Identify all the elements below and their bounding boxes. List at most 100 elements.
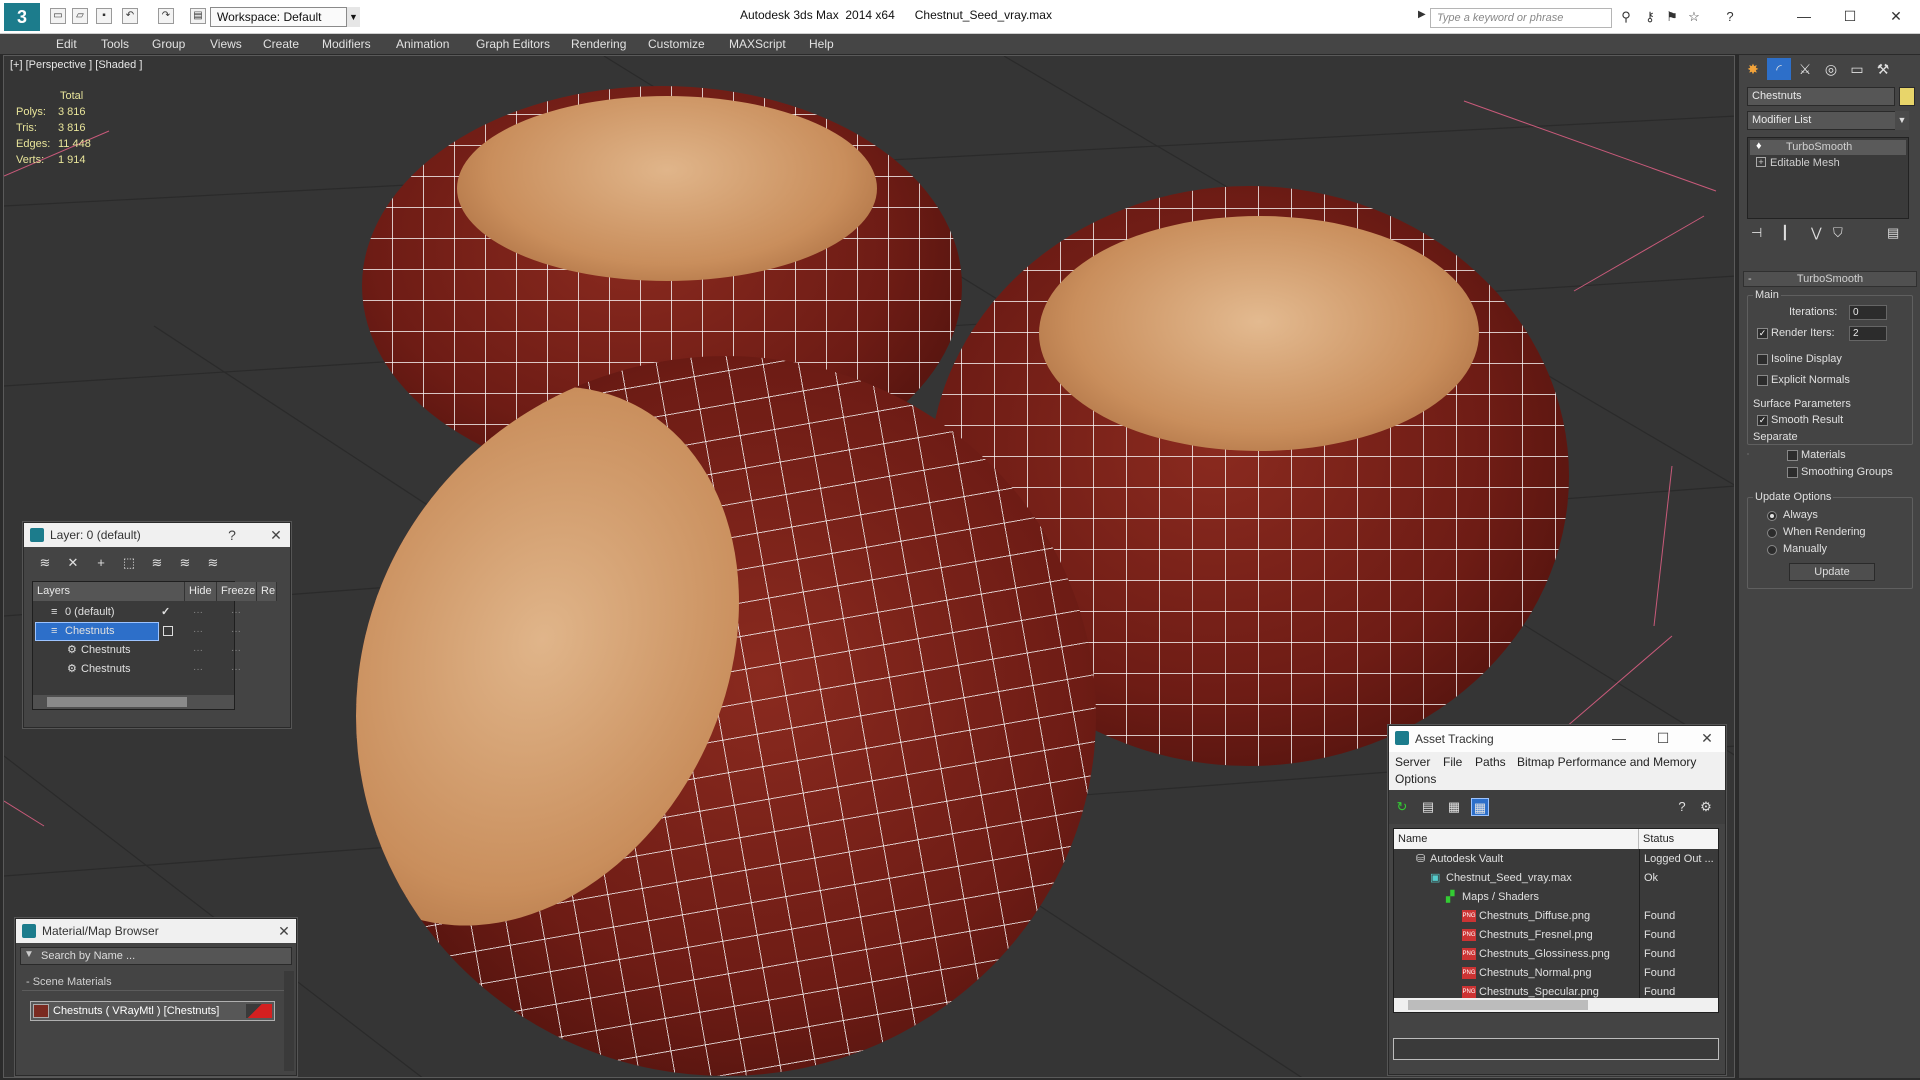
hide-toggle[interactable]: ··· — [193, 622, 203, 641]
add-to-layer-icon[interactable]: + — [92, 554, 110, 572]
material-search-input[interactable]: Search by Name ... — [41, 950, 135, 962]
viewport-label[interactable]: [+] [Perspective ] [Shaded ] — [10, 59, 142, 71]
when-rendering-radio[interactable] — [1767, 528, 1777, 538]
column-header-status[interactable]: Status — [1639, 829, 1718, 849]
horizontal-scrollbar[interactable] — [1394, 998, 1718, 1012]
workspace-dropdown[interactable]: Workspace: Default — [210, 7, 360, 27]
app-logo-icon[interactable]: 3 — [4, 3, 40, 31]
asset-row[interactable]: PNG Chestnuts_Normal.png Found — [1394, 964, 1720, 983]
menu-help[interactable]: Help — [809, 34, 834, 55]
material-browser-title[interactable]: Material/Map Browser — [16, 919, 296, 943]
maximize-button[interactable]: ☐ — [1832, 4, 1868, 28]
column-header-freeze[interactable]: Freeze — [217, 582, 257, 601]
close-button[interactable]: ✕ — [1695, 726, 1719, 750]
layer-row[interactable]: ⚙ Chestnuts ··· ··· — [33, 641, 241, 660]
hierarchy-tab-icon[interactable]: ⚔ — [1793, 58, 1817, 80]
menu-views[interactable]: Views — [210, 34, 242, 55]
lightbulb-icon[interactable]: ♦ — [1756, 140, 1762, 152]
render-iters-checkbox[interactable]: ✓ — [1757, 328, 1768, 339]
hide-toggle[interactable]: ··· — [193, 603, 203, 622]
asset-row[interactable]: PNG Chestnuts_Fresnel.png Found — [1394, 926, 1720, 945]
help-icon[interactable]: ? — [220, 523, 244, 547]
smoothing-groups-checkbox[interactable] — [1787, 467, 1798, 478]
close-icon[interactable]: ✕ — [264, 523, 288, 547]
horizontal-scrollbar[interactable] — [33, 695, 234, 709]
chestnut-model-front[interactable] — [356, 356, 1096, 1076]
maximize-button[interactable]: ☐ — [1651, 726, 1675, 750]
asset-row[interactable]: PNG Chestnuts_Glossiness.png Found — [1394, 945, 1720, 964]
help-icon[interactable]: ? — [1673, 798, 1691, 816]
delete-layer-icon[interactable]: ✕ — [64, 554, 82, 572]
perspective-viewport[interactable]: [+] [Perspective ] [Shaded ] Total Polys… — [3, 55, 1735, 1078]
column-header-layers[interactable]: Layers — [33, 582, 185, 601]
menu-rendering[interactable]: Rendering — [571, 34, 626, 55]
chevron-down-icon[interactable]: ▼ — [1895, 111, 1909, 130]
object-color-swatch[interactable] — [1899, 87, 1915, 106]
minimize-button[interactable]: — — [1786, 4, 1822, 28]
motion-tab-icon[interactable]: ◎ — [1819, 58, 1843, 80]
redo-icon[interactable]: ↷ — [158, 8, 174, 24]
menu-tools[interactable]: Tools — [101, 34, 129, 55]
manually-radio[interactable] — [1767, 545, 1777, 555]
layer-row[interactable]: ⚙ Chestnuts ··· ··· — [33, 660, 241, 679]
freeze-toggle[interactable]: ··· — [231, 603, 241, 622]
menu-edit[interactable]: Edit — [56, 34, 77, 55]
project-folder-icon[interactable]: ▤ — [190, 8, 206, 24]
help-search-input[interactable]: Type a keyword or phrase — [1430, 8, 1612, 28]
make-unique-icon[interactable]: ⋁ — [1811, 225, 1822, 241]
explicit-normals-checkbox[interactable] — [1757, 375, 1768, 386]
stack-item-editable-mesh[interactable]: Editable Mesh — [1750, 156, 1906, 171]
new-file-icon[interactable]: ▭ — [50, 8, 66, 24]
isoline-display-checkbox[interactable] — [1757, 354, 1768, 365]
stack-item-turbosmooth[interactable]: TurboSmooth — [1750, 140, 1906, 155]
menu-modifiers[interactable]: Modifiers — [322, 34, 371, 55]
asset-row[interactable]: PNG Chestnuts_Diffuse.png Found — [1394, 907, 1720, 926]
close-icon[interactable]: ✕ — [272, 919, 296, 943]
freeze-toggle[interactable]: ··· — [231, 622, 241, 641]
object-name-field[interactable]: Chestnuts — [1747, 87, 1895, 106]
binoculars-icon[interactable]: ⚲ — [1618, 9, 1634, 25]
menu-animation[interactable]: Animation — [396, 34, 449, 55]
modify-tab-icon[interactable]: ◜ — [1767, 58, 1791, 80]
column-header-name[interactable]: Name — [1394, 829, 1639, 849]
iterations-spinner[interactable]: 0 — [1849, 305, 1887, 320]
table-view-icon[interactable]: ▦ — [1471, 798, 1489, 816]
modifier-list-dropdown[interactable]: Modifier List — [1747, 111, 1909, 130]
expand-arrow-icon[interactable]: ▶ — [1418, 9, 1428, 25]
hide-all-icon[interactable]: ≋ — [176, 554, 194, 572]
layer-row[interactable]: ≡ Chestnuts ··· ··· — [33, 622, 241, 641]
material-search-field[interactable]: ▼ Search by Name ... — [20, 947, 292, 965]
asset-row[interactable]: ▣ Chestnut_Seed_vray.max Ok — [1394, 869, 1720, 888]
display-tab-icon[interactable]: ▭ — [1845, 58, 1869, 80]
help-icon[interactable]: ? — [1722, 9, 1738, 25]
highlight-layer-icon[interactable]: ≋ — [148, 554, 166, 572]
menu-file[interactable]: File — [1443, 755, 1462, 769]
search-options-icon[interactable]: ▼ — [24, 949, 34, 960]
column-header-hide[interactable]: Hide — [185, 582, 217, 601]
minimize-button[interactable]: — — [1607, 726, 1631, 750]
pin-stack-icon[interactable]: ⊣ — [1751, 225, 1762, 241]
thumbnail-view-icon[interactable]: ▦ — [1445, 798, 1463, 816]
freeze-toggle[interactable]: ··· — [231, 641, 241, 660]
undo-icon[interactable]: ↶ — [122, 8, 138, 24]
list-view-icon[interactable]: ▤ — [1419, 798, 1437, 816]
utilities-tab-icon[interactable]: ⚒ — [1871, 58, 1895, 80]
show-end-result-icon[interactable]: ┃ — [1781, 225, 1789, 241]
layer-row[interactable]: ≡ 0 (default) ✓ ··· ··· — [33, 603, 241, 622]
refresh-icon[interactable]: ↻ — [1393, 798, 1411, 816]
scrollbar-thumb[interactable] — [47, 697, 187, 707]
hide-toggle[interactable]: ··· — [193, 641, 203, 660]
asset-row[interactable]: ▞ Maps / Shaders — [1394, 888, 1720, 907]
materials-checkbox[interactable] — [1787, 450, 1798, 461]
create-tab-icon[interactable]: ✸ — [1741, 58, 1765, 80]
configure-sets-icon[interactable]: ▤ — [1887, 225, 1899, 241]
menu-server[interactable]: Server — [1395, 755, 1430, 769]
save-icon[interactable]: ▪ — [96, 8, 112, 24]
communication-icon[interactable]: ⚑ — [1664, 9, 1680, 25]
vertical-scrollbar[interactable] — [284, 971, 294, 1071]
settings-icon[interactable]: ⚙ — [1697, 798, 1715, 816]
close-button[interactable]: ✕ — [1878, 4, 1914, 28]
update-button[interactable]: Update — [1789, 563, 1875, 581]
hide-toggle[interactable]: ··· — [193, 660, 203, 679]
chevron-down-icon[interactable]: ▼ — [346, 7, 360, 27]
